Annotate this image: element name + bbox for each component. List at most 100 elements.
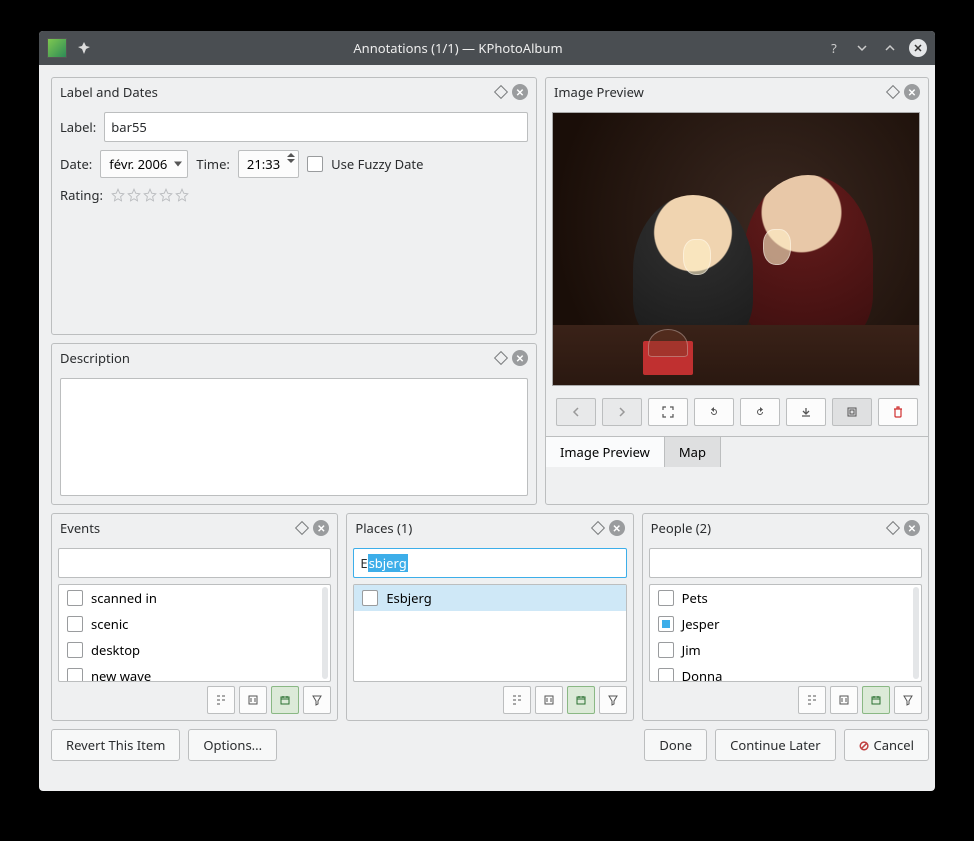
sort-alpha-button[interactable]: [830, 686, 858, 714]
float-icon[interactable]: [295, 521, 309, 535]
sort-tree-button[interactable]: [207, 686, 235, 714]
sort-tree-button[interactable]: [503, 686, 531, 714]
list-item: new wave: [59, 663, 330, 682]
copy-prev-button[interactable]: [786, 398, 826, 426]
continue-later-button[interactable]: Continue Later: [715, 729, 835, 761]
description-pane: Description ✕: [51, 343, 537, 505]
events-pane: Events ✕ scanned in scenic desktop new w…: [51, 513, 338, 721]
options-button[interactable]: Options...: [188, 729, 277, 761]
close-icon[interactable]: ✕: [909, 39, 927, 57]
fuzzy-date-checkbox[interactable]: [307, 156, 323, 172]
app-icon: [47, 38, 67, 58]
description-textarea[interactable]: [60, 378, 528, 496]
rating-label: Rating:: [60, 186, 103, 204]
float-icon[interactable]: [494, 85, 508, 99]
scrollbar[interactable]: [913, 587, 919, 679]
checkbox[interactable]: [658, 642, 674, 658]
float-icon[interactable]: [591, 521, 605, 535]
events-filter-input[interactable]: [58, 548, 331, 578]
close-pane-icon[interactable]: ✕: [609, 520, 625, 536]
list-item-label: desktop: [91, 641, 140, 659]
checkbox[interactable]: [362, 590, 378, 606]
list-item: scanned in: [59, 585, 330, 611]
filter-button[interactable]: [894, 686, 922, 714]
rating-stars[interactable]: [111, 188, 189, 202]
list-item-label: scenic: [91, 615, 128, 633]
pane-title: People (2): [651, 519, 888, 537]
cancel-icon: ⊘: [859, 736, 870, 754]
close-pane-icon[interactable]: ✕: [313, 520, 329, 536]
close-pane-icon[interactable]: ✕: [512, 350, 528, 366]
places-filter-input[interactable]: Esbjerg: [353, 548, 626, 578]
done-button[interactable]: Done: [644, 729, 707, 761]
rotate-right-button[interactable]: [740, 398, 780, 426]
checkbox[interactable]: [67, 642, 83, 658]
checkbox[interactable]: [67, 668, 83, 682]
checkbox[interactable]: [67, 590, 83, 606]
close-pane-icon[interactable]: ✕: [512, 84, 528, 100]
chevron-down-icon: [174, 162, 182, 167]
time-value: 21:33: [247, 155, 280, 173]
pin-icon[interactable]: [73, 41, 91, 55]
sort-date-button[interactable]: [271, 686, 299, 714]
pane-title: Image Preview: [554, 83, 888, 101]
sort-tree-button[interactable]: [798, 686, 826, 714]
people-filter-input[interactable]: [649, 548, 922, 578]
cancel-button[interactable]: ⊘Cancel: [844, 729, 929, 761]
delete-button[interactable]: [878, 398, 918, 426]
checkbox[interactable]: [67, 616, 83, 632]
filter-button[interactable]: [599, 686, 627, 714]
list-item-label: new wave: [91, 667, 151, 682]
revert-button[interactable]: Revert This Item: [51, 729, 180, 761]
list-item: scenic: [59, 611, 330, 637]
list-item: Esbjerg: [354, 585, 625, 611]
star-icon: [143, 188, 157, 202]
float-icon[interactable]: [886, 521, 900, 535]
checkbox[interactable]: [658, 616, 674, 632]
sort-alpha-button[interactable]: [239, 686, 267, 714]
label-input[interactable]: [104, 112, 528, 142]
star-icon: [127, 188, 141, 202]
sort-date-button[interactable]: [567, 686, 595, 714]
minimize-icon[interactable]: [853, 39, 871, 57]
next-button[interactable]: [602, 398, 642, 426]
filter-button[interactable]: [303, 686, 331, 714]
people-pane: People (2) ✕ Pets Jesper Jim Donna: [642, 513, 929, 721]
fuzzy-date-label: Use Fuzzy Date: [331, 155, 423, 173]
pane-title: Events: [60, 519, 297, 537]
list-item: Donna: [650, 663, 921, 682]
titlebar: Annotations (1/1) — KPhotoAlbum ? ✕: [39, 31, 935, 65]
checkbox[interactable]: [658, 590, 674, 606]
maximize-icon[interactable]: [881, 39, 899, 57]
pane-title: Label and Dates: [60, 83, 496, 101]
preview-toolbar: [546, 392, 928, 432]
dialog-footer: Revert This Item Options... Done Continu…: [51, 729, 929, 761]
date-combo[interactable]: févr. 2006: [100, 150, 188, 178]
sort-date-button[interactable]: [862, 686, 890, 714]
checkbox[interactable]: [658, 668, 674, 682]
list-item-label: Jesper: [682, 615, 720, 633]
fullscreen-button[interactable]: [648, 398, 688, 426]
prev-button[interactable]: [556, 398, 596, 426]
sort-alpha-button[interactable]: [535, 686, 563, 714]
people-list[interactable]: Pets Jesper Jim Donna: [649, 584, 922, 682]
star-icon: [159, 188, 173, 202]
events-list[interactable]: scanned in scenic desktop new wave: [58, 584, 331, 682]
float-icon[interactable]: [886, 85, 900, 99]
float-icon[interactable]: [494, 351, 508, 365]
close-pane-icon[interactable]: ✕: [904, 84, 920, 100]
list-item: desktop: [59, 637, 330, 663]
close-pane-icon[interactable]: ✕: [904, 520, 920, 536]
star-icon: [175, 188, 189, 202]
list-item: Jim: [650, 637, 921, 663]
list-item-label: scanned in: [91, 589, 157, 607]
places-list[interactable]: Esbjerg: [353, 584, 626, 682]
label-label: Label:: [60, 118, 96, 136]
scrollbar[interactable]: [322, 587, 328, 679]
tab-map[interactable]: Map: [665, 437, 721, 467]
help-icon[interactable]: ?: [825, 39, 843, 57]
time-spinner[interactable]: 21:33: [238, 150, 299, 178]
rotate-left-button[interactable]: [694, 398, 734, 426]
area-button[interactable]: [832, 398, 872, 426]
tab-image-preview[interactable]: Image Preview: [546, 437, 665, 467]
